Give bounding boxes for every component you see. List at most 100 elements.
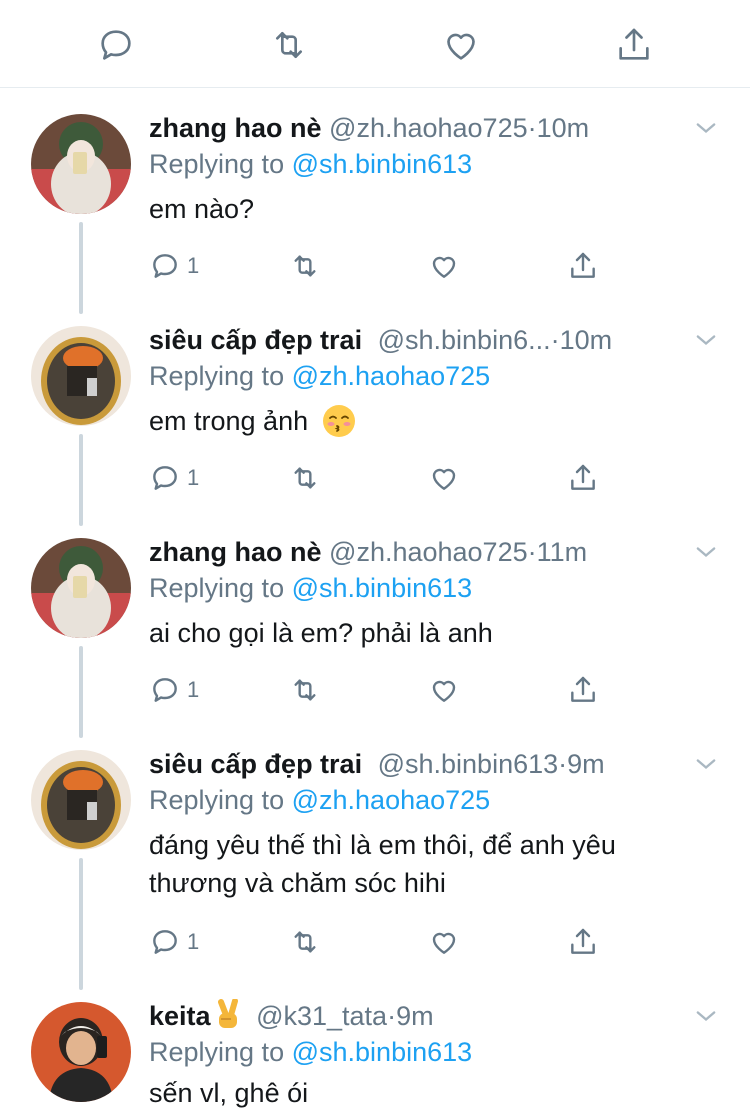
reply-button[interactable]: 1 [149, 924, 199, 960]
like-button[interactable] [428, 672, 460, 708]
handle[interactable]: @k31_tata [256, 1001, 387, 1031]
avatar[interactable] [31, 326, 131, 426]
separator-dot: · [558, 749, 568, 779]
replying-to-label: Replying to [149, 1037, 285, 1067]
replying-to-label: Replying to [149, 149, 285, 179]
avatar[interactable] [31, 750, 131, 850]
mention-link[interactable]: @sh.binbin613 [292, 149, 473, 179]
handle[interactable]: @zh.haohao725 [329, 113, 528, 143]
tweet-text: ai cho gọi là em? phải là anh [149, 618, 493, 648]
tweet[interactable]: keita @k31_tata·9m Replying to @sh.binbi… [0, 996, 750, 1108]
reply-button[interactable]: 1 [149, 672, 199, 708]
chevron-down-icon[interactable] [692, 1002, 720, 1030]
like-icon [432, 932, 456, 954]
separator-dot: · [527, 113, 537, 143]
tweet-text: đáng yêu thế thì là em thôi, để anh yêu … [149, 826, 709, 902]
retweet-icon [294, 679, 316, 701]
mention-link[interactable]: @zh.haohao725 [292, 361, 491, 391]
like-button[interactable] [436, 20, 486, 70]
share-button[interactable] [567, 924, 599, 960]
handle[interactable]: @zh.haohao725 [329, 537, 528, 567]
replying-to-label: Replying to [149, 573, 285, 603]
avatar-sieu-cap [31, 750, 131, 850]
chevron-down-icon[interactable] [692, 114, 720, 142]
display-name[interactable]: zhang hao nè [149, 537, 322, 567]
reply-count: 1 [187, 253, 200, 278]
avatar[interactable] [31, 1002, 131, 1102]
replying-to-label: Replying to [149, 361, 285, 391]
reply-icon [101, 30, 131, 60]
retweet-button[interactable] [289, 248, 321, 284]
replying-to: Replying to @zh.haohao725 [149, 356, 490, 396]
like-button[interactable] [428, 460, 460, 496]
replying-to: Replying to @sh.binbin613 [149, 144, 472, 184]
reply-button[interactable]: 1 [149, 248, 199, 284]
replying-to: Replying to @sh.binbin613 [149, 568, 472, 608]
tweet-actions: 1 [149, 460, 619, 496]
separator-dot: · [387, 1001, 397, 1031]
like-icon [432, 256, 456, 278]
mention-link[interactable]: @sh.binbin613 [292, 573, 473, 603]
like-icon [447, 33, 475, 60]
like-icon [432, 680, 456, 702]
tweet-text-line: đáng yêu thế thì là em thôi, để anh yêu [149, 830, 616, 860]
tweet-header: siêu cấp đẹp trai @sh.binbin613·9m [149, 744, 689, 784]
retweet-button[interactable] [289, 924, 321, 960]
share-button[interactable] [609, 20, 659, 70]
retweet-icon [294, 931, 316, 953]
tweet-header: zhang hao nè @zh.haohao725·10m [149, 108, 689, 148]
replying-to: Replying to @zh.haohao725 [149, 780, 490, 820]
tweet-actions: 1 [149, 672, 619, 708]
chevron-down-icon[interactable] [692, 750, 720, 778]
chevron-down-icon[interactable] [692, 326, 720, 354]
tweet-header: keita @k31_tata·9m [149, 996, 689, 1036]
display-name[interactable]: siêu cấp đẹp trai [149, 325, 362, 355]
tweet-text: sến vl, ghê ói [149, 1078, 309, 1108]
reply-icon [153, 930, 177, 954]
share-icon [571, 464, 595, 490]
retweet-button[interactable] [289, 672, 321, 708]
tweet[interactable]: siêu cấp đẹp trai @sh.binbin6...·10m Rep… [0, 320, 750, 510]
avatar-keita [31, 1002, 131, 1102]
separator-dot: · [550, 325, 560, 355]
reply-count: 1 [187, 465, 200, 490]
display-name[interactable]: siêu cấp đẹp trai [149, 749, 362, 779]
share-icon [571, 252, 595, 278]
reply-button[interactable] [91, 20, 141, 70]
share-button[interactable] [567, 248, 599, 284]
display-name[interactable]: keita [149, 1001, 211, 1031]
handle[interactable]: @sh.binbin6... [378, 325, 551, 355]
mention-link[interactable]: @zh.haohao725 [292, 785, 491, 815]
tweet-text: em trong ảnh [149, 406, 309, 436]
display-name[interactable]: zhang hao nè [149, 113, 322, 143]
kissing-face-emoji-icon [322, 405, 355, 437]
reply-button[interactable]: 1 [149, 460, 199, 496]
avatar[interactable] [31, 538, 131, 638]
reply-icon [153, 254, 177, 278]
share-icon [571, 676, 595, 702]
tweet-actions: 1 [149, 248, 619, 284]
tweet-text: em nào? [149, 194, 255, 224]
mention-link[interactable]: @sh.binbin613 [292, 1037, 473, 1067]
chevron-down-icon[interactable] [692, 538, 720, 566]
top-action-bar [0, 0, 750, 88]
timestamp: 10m [559, 325, 613, 355]
like-button[interactable] [428, 248, 460, 284]
share-button[interactable] [567, 672, 599, 708]
like-button[interactable] [428, 924, 460, 960]
timestamp: 11m [536, 537, 588, 567]
avatar[interactable] [31, 114, 131, 214]
reply-icon [153, 466, 177, 490]
reply-count: 1 [187, 677, 200, 702]
timestamp: 9m [396, 1001, 434, 1031]
tweet[interactable]: zhang hao nè @zh.haohao725·11m Replying … [0, 532, 750, 722]
retweet-button[interactable] [264, 20, 314, 70]
share-button[interactable] [567, 460, 599, 496]
reply-count: 1 [187, 929, 200, 954]
tweet[interactable]: siêu cấp đẹp trai @sh.binbin613·9m Reply… [0, 744, 750, 974]
avatar-zhang-hao [31, 114, 131, 214]
handle[interactable]: @sh.binbin613 [378, 749, 559, 779]
tweet[interactable]: zhang hao nè @zh.haohao725·10m Replying … [0, 108, 750, 298]
retweet-button[interactable] [289, 460, 321, 496]
reply-icon [153, 678, 177, 702]
